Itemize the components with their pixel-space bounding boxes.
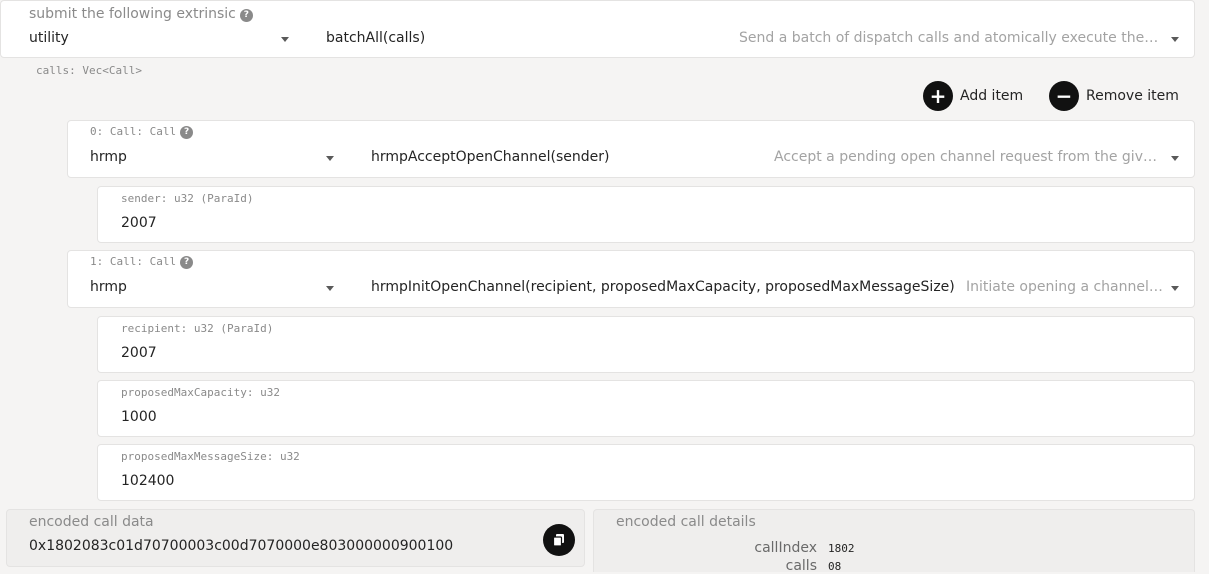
call-0-pallet-caret-icon[interactable]: [326, 156, 334, 161]
help-icon[interactable]: ?: [180, 256, 194, 269]
remove-item-button[interactable]: −: [1049, 81, 1079, 111]
param-label: proposedMaxCapacity: u32: [121, 386, 280, 399]
help-icon[interactable]: ?: [180, 126, 194, 139]
encoded-call-details: encoded call details callIndex 1802 call…: [593, 509, 1195, 574]
call-1-pallet-caret-icon[interactable]: [326, 286, 334, 291]
copy-button[interactable]: [543, 524, 575, 556]
call-1-label: 1: Call: Call?: [90, 255, 194, 269]
param-label: proposedMaxMessageSize: u32: [121, 450, 300, 463]
call-0-selector: 0: Call: Call? hrmp hrmpAcceptOpenChanne…: [67, 120, 1195, 178]
param-input[interactable]: 102400: [121, 473, 174, 489]
plus-icon: +: [929, 84, 947, 108]
remove-item-label[interactable]: Remove item: [1086, 88, 1179, 104]
pallet-dropdown-caret-icon[interactable]: [281, 37, 289, 42]
call-index-value: 1802: [828, 542, 855, 555]
method-select[interactable]: batchAll(calls): [326, 30, 425, 46]
call-0-description: Accept a pending open channel request fr…: [774, 149, 1164, 165]
add-item-button[interactable]: +: [923, 81, 953, 111]
method-description: Send a batch of dispatch calls and atomi…: [739, 30, 1159, 46]
call-1-param-capacity: proposedMaxCapacity: u32 1000: [97, 380, 1195, 437]
param-input[interactable]: 2007: [121, 345, 157, 361]
call-0-pallet-select[interactable]: hrmp: [90, 149, 127, 165]
param-input[interactable]: 2007: [121, 215, 157, 231]
encoded-call-data: encoded call data 0x1802083c01d70700003c…: [6, 509, 585, 567]
encoded-value: 0x1802083c01d70700003c00d7070000e8030000…: [29, 538, 454, 554]
call-0-label: 0: Call: Call?: [90, 125, 194, 139]
extrinsic-label: submit the following extrinsic?: [29, 6, 253, 22]
calls-value: 08: [828, 560, 842, 573]
call-1-param-message-size: proposedMaxMessageSize: u32 102400: [97, 444, 1195, 501]
call-1-description: Initiate opening a channel…: [966, 279, 1163, 295]
method-dropdown-caret-icon[interactable]: [1171, 37, 1179, 42]
call-1-selector: 1: Call: Call? hrmp hrmpInitOpenChannel(…: [67, 250, 1195, 308]
add-item-label[interactable]: Add item: [960, 88, 1023, 104]
copy-icon: [552, 534, 564, 547]
call-0-method-caret-icon[interactable]: [1171, 156, 1179, 161]
call-1-method-caret-icon[interactable]: [1171, 286, 1179, 291]
call-0-method-select[interactable]: hrmpAcceptOpenChannel(sender): [371, 149, 609, 165]
call-1-pallet-select[interactable]: hrmp: [90, 279, 127, 295]
call-index-key: callIndex: [754, 540, 817, 556]
param-label: sender: u32 (ParaId): [121, 192, 254, 205]
param-label: recipient: u32 (ParaId): [121, 322, 274, 335]
param-input[interactable]: 1000: [121, 409, 157, 425]
calls-label: calls: Vec<Call>: [36, 64, 142, 77]
minus-icon: −: [1055, 84, 1073, 108]
call-0-param-sender: sender: u32 (ParaId) 2007: [97, 186, 1195, 243]
extrinsic-selector: submit the following extrinsic? utility …: [0, 0, 1195, 58]
call-1-param-recipient: recipient: u32 (ParaId) 2007: [97, 316, 1195, 373]
pallet-select[interactable]: utility: [29, 30, 69, 46]
help-icon[interactable]: ?: [239, 9, 253, 22]
details-label: encoded call details: [616, 514, 756, 530]
encoded-label: encoded call data: [29, 514, 154, 530]
call-1-method-select[interactable]: hrmpInitOpenChannel(recipient, proposedM…: [371, 279, 955, 295]
